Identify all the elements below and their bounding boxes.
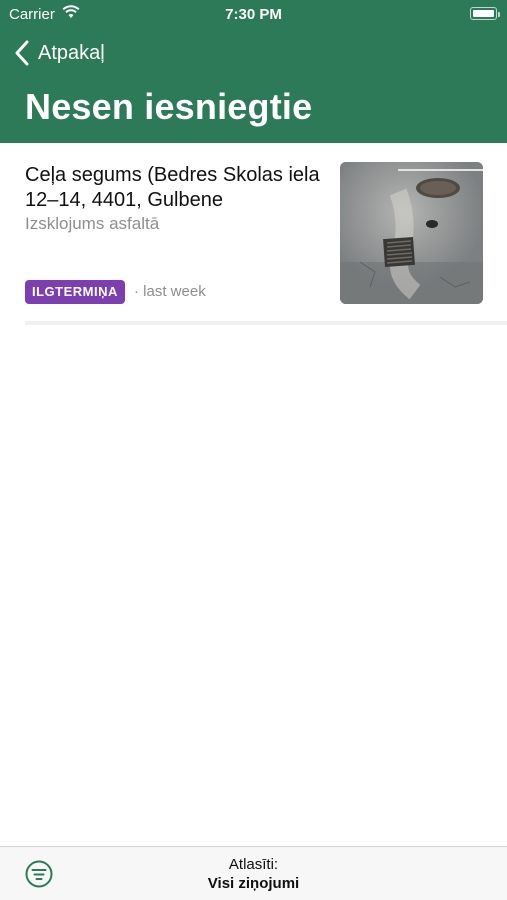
status-bar: Carrier 7:30 PM (0, 0, 507, 30)
report-subtitle: Izsklojums asfaltā (25, 214, 160, 233)
chevron-left-icon (15, 40, 29, 66)
bottom-toolbar: Atlasīti: Visi ziņojumi (0, 846, 507, 900)
clock: 7:30 PM (225, 6, 282, 23)
report-thumbnail (340, 162, 483, 304)
filter-label: Atlasīti: (228, 856, 279, 873)
report-list-item[interactable]: Ceļa segums (Bedres Skolas iela 12–14, 4… (0, 143, 507, 323)
list-divider (25, 321, 507, 325)
battery-icon (470, 7, 500, 20)
back-button[interactable]: Atpakaļ (14, 40, 105, 66)
status-badge: ILGTERMIŅA (25, 280, 125, 304)
back-label: Atpakaļ (38, 41, 105, 64)
header-bar: Carrier 7:30 PM Atpakaļ Nesen iesniegtie (0, 0, 507, 143)
filter-value: Visi ziņojumi (207, 875, 300, 892)
filter-caption[interactable]: Atlasīti: Visi ziņojumi (0, 855, 507, 893)
report-title: Ceļa segums (Bedres Skolas iela 12–14, 4… (25, 164, 320, 211)
report-timestamp: · last week (134, 283, 206, 300)
page-title: Nesen iesniegtie (25, 86, 313, 127)
road-photo-image (340, 162, 483, 304)
